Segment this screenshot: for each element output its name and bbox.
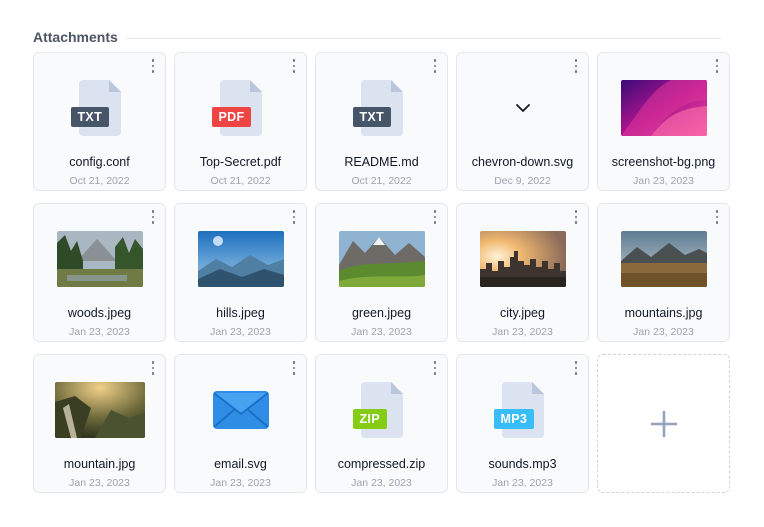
more-options-icon[interactable]	[573, 361, 579, 375]
file-date: Jan 23, 2023	[210, 477, 271, 489]
more-options-icon[interactable]	[291, 59, 297, 73]
more-options-icon[interactable]	[573, 59, 579, 73]
file-card[interactable]: TXT config.conf Oct 21, 2022	[33, 52, 166, 191]
file-preview	[457, 69, 588, 147]
file-preview: PDF	[175, 69, 306, 147]
envelope-icon	[212, 391, 269, 429]
file-name: config.conf	[69, 155, 130, 169]
add-attachment-button[interactable]	[597, 354, 730, 493]
file-date: Jan 23, 2023	[351, 477, 412, 489]
green-valley-image	[338, 231, 425, 287]
file-date: Jan 23, 2023	[210, 326, 271, 338]
file-type-badge: PDF	[211, 107, 252, 127]
file-card[interactable]: chevron-down.svg Dec 9, 2022	[456, 52, 589, 191]
file-preview: TXT	[316, 69, 447, 147]
file-card[interactable]: PDF Top-Secret.pdf Oct 21, 2022	[174, 52, 307, 191]
document-icon: ZIP	[352, 382, 403, 438]
file-name: screenshot-bg.png	[611, 155, 716, 169]
file-preview: MP3	[457, 371, 588, 449]
file-type-badge: ZIP	[352, 409, 387, 429]
file-name: chevron-down.svg	[471, 155, 574, 169]
file-preview	[598, 69, 729, 147]
document-icon: TXT	[352, 80, 403, 136]
more-options-icon[interactable]	[150, 361, 156, 375]
mountain-plain-image	[620, 231, 707, 287]
more-options-icon[interactable]	[150, 210, 156, 224]
file-name: hills.jpeg	[216, 306, 265, 320]
document-icon: TXT	[70, 80, 121, 136]
file-date: Oct 21, 2022	[210, 175, 271, 187]
more-options-icon[interactable]	[432, 210, 438, 224]
more-options-icon[interactable]	[432, 361, 438, 375]
file-name: compressed.zip	[337, 457, 426, 471]
section-title: Attachments	[33, 29, 118, 45]
plus-icon	[650, 410, 677, 437]
file-name: woods.jpeg	[67, 306, 132, 320]
file-card[interactable]: hills.jpeg Jan 23, 2023	[174, 203, 307, 342]
magenta-gradient-image	[620, 80, 707, 136]
file-date: Oct 21, 2022	[351, 175, 412, 187]
blue-hills-image	[197, 231, 284, 287]
file-preview: TXT	[34, 69, 165, 147]
file-card[interactable]: city.jpeg Jan 23, 2023	[456, 203, 589, 342]
file-preview	[175, 220, 306, 298]
file-date: Jan 23, 2023	[492, 326, 553, 338]
file-preview	[457, 220, 588, 298]
file-date: Oct 21, 2022	[69, 175, 130, 187]
forest-landscape-image	[56, 231, 143, 287]
file-name: sounds.mp3	[488, 457, 557, 471]
attachments-grid: TXT config.conf Oct 21, 2022 PDF Top-Sec…	[33, 52, 730, 493]
section-divider	[125, 37, 721, 39]
more-options-icon[interactable]	[291, 361, 297, 375]
file-card[interactable]: screenshot-bg.png Jan 23, 2023	[597, 52, 730, 191]
file-card[interactable]: mountain.jpg Jan 23, 2023	[33, 354, 166, 493]
file-date: Jan 23, 2023	[633, 326, 694, 338]
file-name: mountain.jpg	[63, 457, 136, 471]
file-card[interactable]: mountains.jpg Jan 23, 2023	[597, 203, 730, 342]
file-card[interactable]: woods.jpeg Jan 23, 2023	[33, 203, 166, 342]
file-type-badge: TXT	[70, 107, 110, 127]
file-preview	[316, 220, 447, 298]
file-card[interactable]: ZIP compressed.zip Jan 23, 2023	[315, 354, 448, 493]
document-icon: MP3	[493, 382, 544, 438]
file-card[interactable]: email.svg Jan 23, 2023	[174, 354, 307, 493]
chevron-down-icon	[515, 104, 530, 112]
more-options-icon[interactable]	[714, 59, 720, 73]
mountain-waterfall-image	[54, 382, 145, 438]
more-options-icon[interactable]	[573, 210, 579, 224]
city-sunset-image	[479, 231, 566, 287]
file-preview	[34, 371, 165, 449]
file-type-badge: TXT	[352, 107, 392, 127]
file-date: Dec 9, 2022	[494, 175, 551, 187]
more-options-icon[interactable]	[291, 210, 297, 224]
file-date: Jan 23, 2023	[492, 477, 553, 489]
file-card[interactable]: TXT README.md Oct 21, 2022	[315, 52, 448, 191]
file-name: README.md	[344, 155, 419, 169]
file-preview	[598, 220, 729, 298]
file-name: email.svg	[214, 457, 267, 471]
file-date: Jan 23, 2023	[69, 477, 130, 489]
document-icon: PDF	[211, 80, 262, 136]
file-date: Jan 23, 2023	[351, 326, 412, 338]
file-preview	[175, 371, 306, 449]
attachments-header: Attachments	[33, 25, 721, 49]
file-date: Jan 23, 2023	[633, 175, 694, 187]
file-preview	[34, 220, 165, 298]
more-options-icon[interactable]	[714, 210, 720, 224]
file-name: green.jpeg	[351, 306, 412, 320]
file-name: Top-Secret.pdf	[199, 155, 282, 169]
file-name: mountains.jpg	[624, 306, 703, 320]
more-options-icon[interactable]	[432, 59, 438, 73]
file-date: Jan 23, 2023	[69, 326, 130, 338]
more-options-icon[interactable]	[150, 59, 156, 73]
file-preview: ZIP	[316, 371, 447, 449]
file-type-badge: MP3	[493, 409, 535, 429]
file-card[interactable]: green.jpeg Jan 23, 2023	[315, 203, 448, 342]
file-name: city.jpeg	[500, 306, 545, 320]
file-card[interactable]: MP3 sounds.mp3 Jan 23, 2023	[456, 354, 589, 493]
